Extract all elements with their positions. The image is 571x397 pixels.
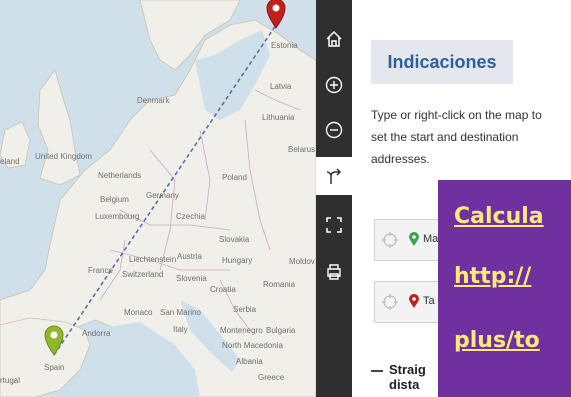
label-spain: Spain: [44, 363, 65, 372]
label-albania: Albania: [236, 357, 263, 366]
label-poland: Poland: [222, 173, 247, 182]
overlay-line-2[interactable]: http://: [454, 264, 531, 289]
overlay-line-3[interactable]: plus/to: [454, 328, 540, 353]
label-lithuania: Lithuania: [262, 113, 295, 122]
label-croatia: Croatia: [210, 285, 236, 294]
print-button[interactable]: [316, 253, 352, 291]
label-czechia: Czechia: [176, 212, 205, 221]
label-france: France: [88, 266, 113, 275]
label-serbia: Serbia: [233, 305, 257, 314]
map-view[interactable]: Estonia Latvia Lithuania Denmark Belarus…: [0, 0, 316, 397]
fullscreen-icon: [326, 217, 342, 233]
label-liechtenstein: Liechtenstein: [129, 255, 177, 264]
home-button[interactable]: [316, 20, 352, 58]
label-slovenia: Slovenia: [176, 274, 207, 283]
label-germany: Germany: [146, 191, 179, 200]
print-icon: [327, 264, 341, 280]
panel-title-box: Indicaciones: [371, 40, 513, 84]
label-romania: Romania: [263, 280, 296, 289]
label-belgium: Belgium: [100, 195, 129, 204]
home-icon: [326, 30, 342, 47]
label-switzerland: Switzerland: [122, 270, 164, 279]
label-ireland: eland: [0, 157, 20, 166]
fullscreen-button[interactable]: [316, 206, 352, 244]
label-denmark: Denmark: [137, 96, 170, 105]
crosshair-icon[interactable]: [381, 293, 399, 311]
label-portugal: rtugal: [0, 376, 21, 385]
label-estonia: Estonia: [271, 41, 298, 50]
overlay-line-1[interactable]: Calcula: [454, 204, 544, 229]
legend-line-2: dista: [389, 377, 420, 392]
destination-address-value: Ta: [423, 295, 435, 307]
red-pin-icon: [409, 294, 419, 308]
zoom-out-button[interactable]: [316, 111, 352, 149]
crosshair-icon[interactable]: [381, 231, 399, 249]
zoom-in-button[interactable]: [316, 66, 352, 104]
label-bulgaria: Bulgaria: [266, 326, 296, 335]
green-pin-icon: [409, 232, 419, 246]
map-toolbar: [316, 0, 352, 397]
directions-button[interactable]: [316, 157, 352, 195]
label-sanmarino: San Marino: [160, 308, 201, 317]
dashed-line-icon: [371, 369, 383, 372]
label-slovakia: Slovakia: [219, 235, 250, 244]
start-address-value: Ma: [423, 233, 439, 245]
label-italy: Italy: [173, 325, 188, 334]
directions-icon: [326, 168, 342, 184]
label-montenegro: Montenegro: [220, 326, 263, 335]
panel-title: Indicaciones: [387, 51, 497, 72]
label-moldova: Moldov: [289, 257, 315, 266]
label-austria: Austria: [177, 252, 202, 261]
end-marker: [266, 0, 286, 29]
label-latvia: Latvia: [270, 82, 292, 91]
zoom-out-icon: [325, 121, 343, 139]
promo-overlay: Calcula http:// plus/to: [438, 180, 571, 397]
label-northmacedonia: North Macedonia: [222, 341, 283, 350]
label-monaco: Monaco: [124, 308, 153, 317]
label-hungary: Hungary: [222, 256, 253, 265]
legend-line-1: Straig: [389, 362, 426, 377]
label-belarus: Belarus: [288, 145, 316, 154]
label-greece: Greece: [258, 373, 285, 382]
distance-legend: Straig dista: [371, 362, 426, 392]
land-iberia: [0, 317, 91, 397]
help-text: Type or right-click on the map to set th…: [371, 108, 542, 166]
zoom-in-icon: [325, 76, 343, 94]
label-andorra: Andorra: [82, 329, 111, 338]
label-uk: United Kingdom: [35, 152, 92, 161]
land-uk: [37, 69, 81, 186]
label-luxembourg: Luxembourg: [95, 212, 140, 221]
label-netherlands: Netherlands: [98, 171, 142, 180]
